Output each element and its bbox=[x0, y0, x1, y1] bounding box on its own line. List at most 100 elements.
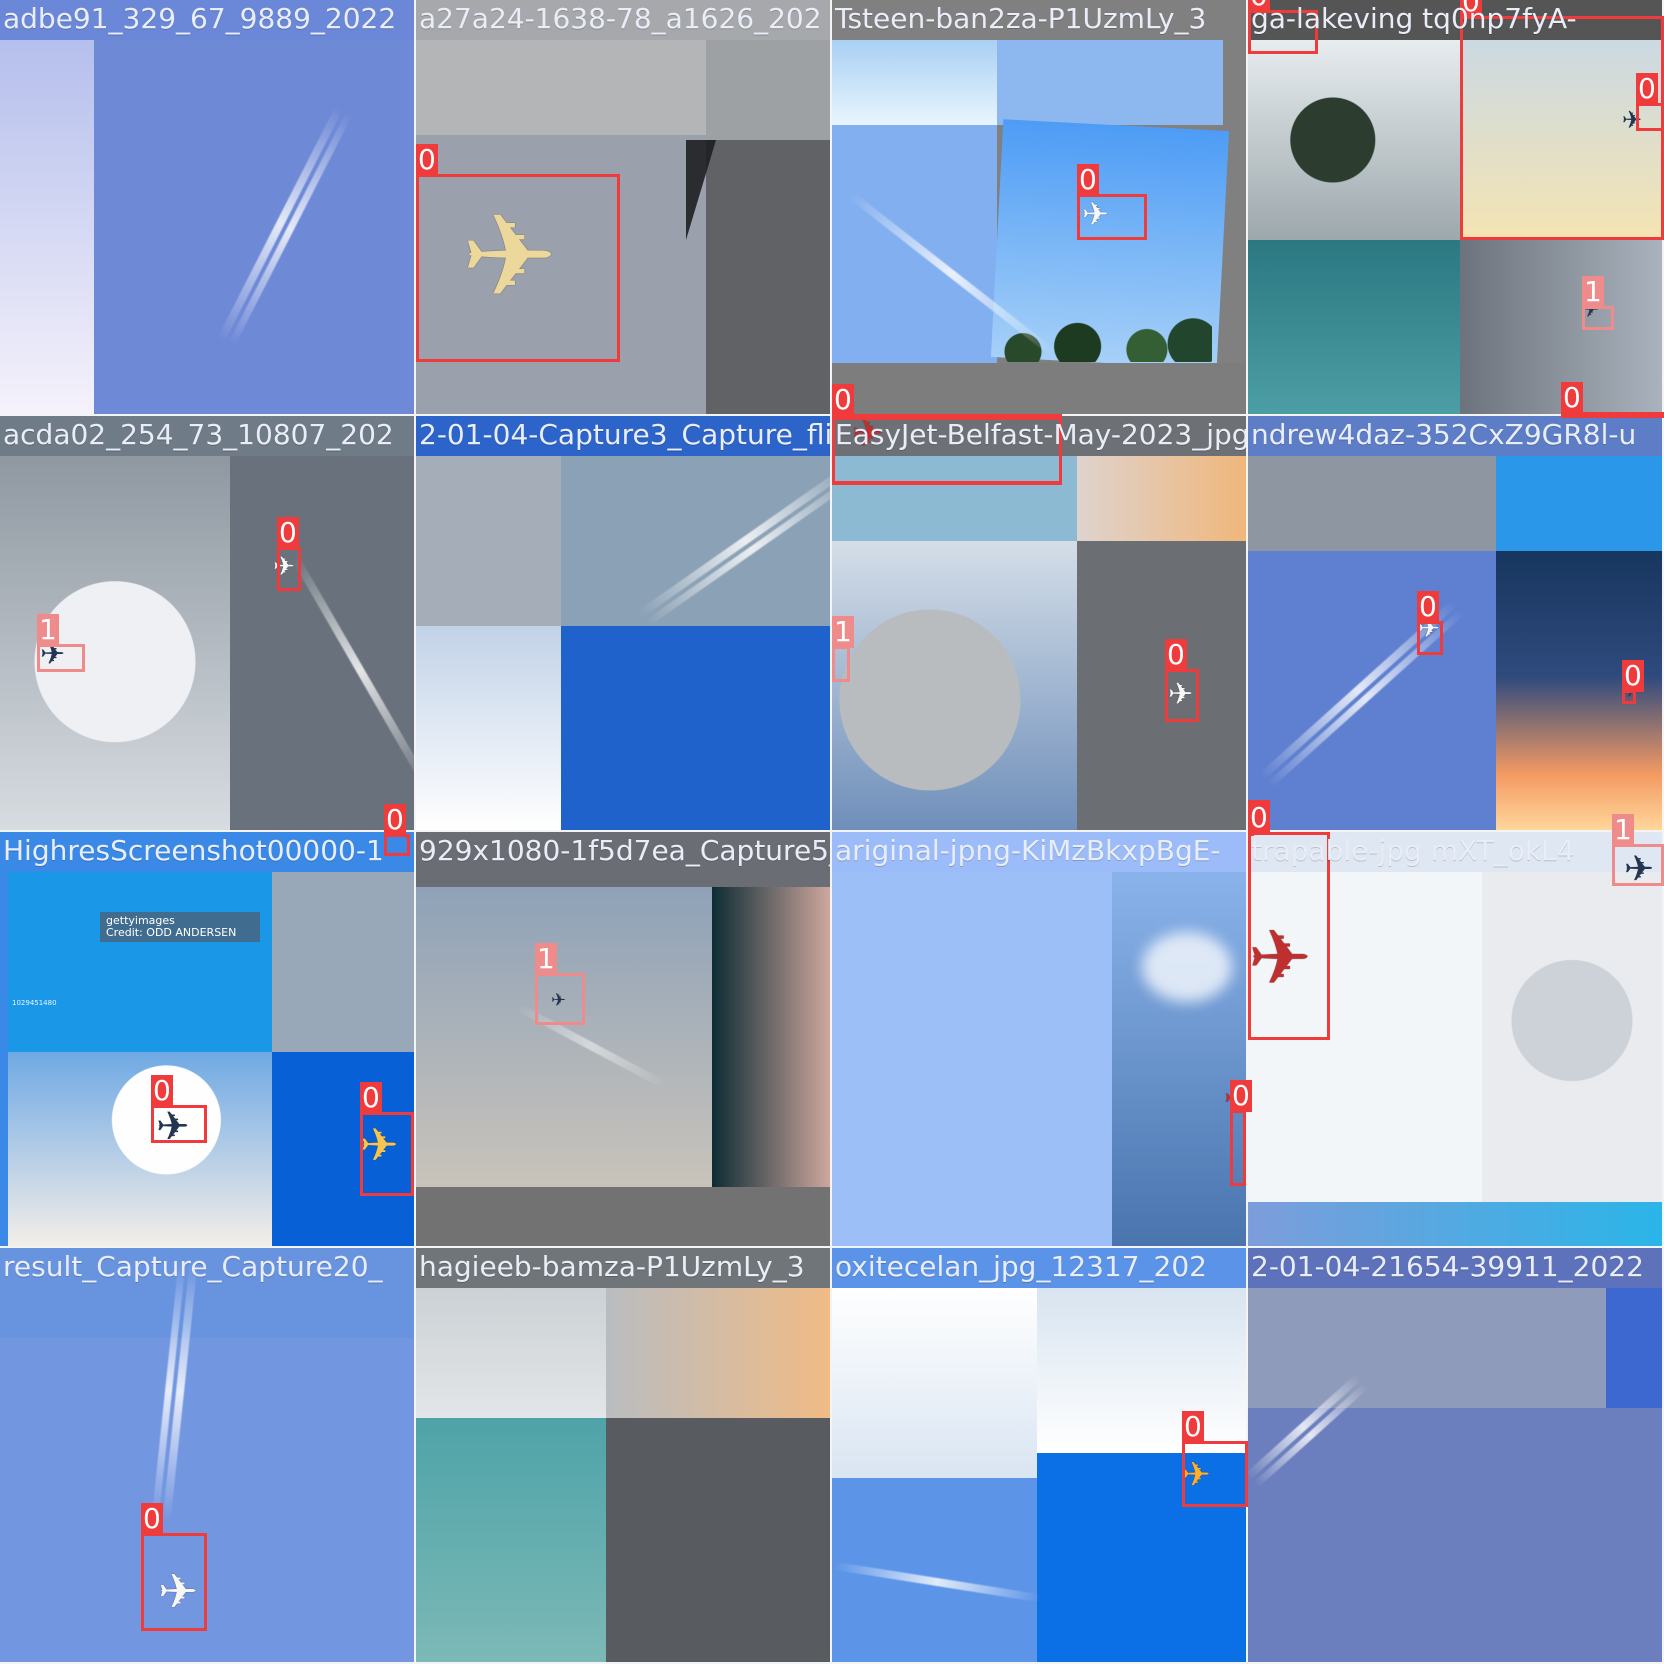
gray-patch bbox=[706, 40, 830, 140]
sky-patch bbox=[561, 456, 830, 626]
sky-patch bbox=[94, 40, 414, 414]
sky-patch bbox=[997, 40, 1223, 125]
cloud-patch bbox=[832, 40, 997, 125]
class-tag: 0 bbox=[141, 1502, 163, 1535]
sky-patch bbox=[1248, 1408, 1662, 1662]
mosaic-tile: 929x1080-1f5d7ea_Capture5_c ✈ bbox=[416, 832, 830, 1246]
mosaic-tile: hagieeb-bamza-P1UzmLy_3 bbox=[416, 1248, 830, 1662]
class-tag: 0 bbox=[1165, 638, 1187, 671]
cloud-patch bbox=[416, 1288, 606, 1418]
bounding-box: 0 bbox=[360, 1082, 414, 1196]
sky-patch bbox=[832, 872, 1112, 1246]
class-tag: 1 bbox=[832, 615, 854, 648]
mosaic-tile: result_Capture_Capture20_ ✈ bbox=[0, 1248, 414, 1662]
bounding-box: 0 bbox=[151, 1075, 207, 1143]
bounding-box: 0 bbox=[1636, 73, 1664, 131]
sky-patch bbox=[1248, 1288, 1606, 1408]
mosaic-tile: ndrew4daz-352CxZ9GR8l-u ✈ ✈ bbox=[1248, 416, 1662, 830]
class-tag: 0 bbox=[1636, 72, 1658, 105]
gray-patch bbox=[416, 40, 706, 135]
bounding-box: 0 bbox=[1460, 0, 1664, 240]
bounding-box: 1 bbox=[1612, 814, 1664, 886]
class-tag: 1 bbox=[1612, 813, 1634, 846]
bounding-box: 0 bbox=[1561, 382, 1664, 418]
cloud bbox=[1142, 932, 1232, 1002]
gray-patch bbox=[606, 1418, 830, 1662]
cloud-patch bbox=[1482, 872, 1662, 1202]
gray-patch bbox=[832, 363, 1246, 414]
tile-filename-label: Tsteen-ban2za-P1UzmLy_3 bbox=[835, 2, 1207, 35]
bounding-box: 0 bbox=[832, 384, 1062, 484]
gray-patch bbox=[272, 872, 414, 1052]
training-batch-mosaic: adbe91_329_67_9889_2022 a27a24-1638-78_a… bbox=[0, 0, 1664, 1664]
cloud-patch bbox=[832, 1288, 1037, 1478]
teal-patch bbox=[1248, 240, 1460, 414]
cloud-patch bbox=[1037, 1288, 1246, 1453]
class-tag: 0 bbox=[1182, 1410, 1204, 1443]
class-tag: 0 bbox=[360, 1081, 382, 1114]
tile-filename-label: hagieeb-bamza-P1UzmLy_3 bbox=[419, 1250, 805, 1283]
tile-filename-label: a27a24-1638-78_a1626_202 bbox=[419, 2, 822, 35]
sky-patch bbox=[0, 1338, 414, 1662]
mosaic-tile: 2-01-04-21654-39911_2022 bbox=[1248, 1248, 1662, 1662]
class-tag: 0 bbox=[832, 383, 854, 416]
gray-patch bbox=[1077, 541, 1246, 830]
bounding-box: 0 bbox=[1230, 1080, 1252, 1186]
mosaic-tile: HighresScreenshot00000-1 gettyimages Cre… bbox=[0, 832, 414, 1246]
cloud-patch bbox=[1112, 872, 1246, 1246]
bounding-box: 0 bbox=[1622, 660, 1644, 704]
bounding-box: 0 bbox=[277, 517, 301, 591]
sky-patch bbox=[0, 40, 94, 414]
blue-sky-patch bbox=[561, 626, 830, 830]
tile-filename-label: HighresScreenshot00000-1 bbox=[3, 834, 384, 867]
tree-patch bbox=[1248, 40, 1460, 240]
cloud-patch bbox=[832, 541, 1077, 830]
class-tag: 0 bbox=[1248, 801, 1270, 834]
class-tag: 0 bbox=[1460, 0, 1482, 18]
bounding-box: 1 bbox=[832, 616, 854, 682]
tile-filename-label: 929x1080-1f5d7ea_Capture5_c bbox=[419, 834, 830, 867]
bounding-box: 0 bbox=[1182, 1411, 1248, 1507]
bounding-box: 0 bbox=[384, 804, 410, 856]
class-tag: 0 bbox=[277, 516, 299, 549]
tile-filename-label: oxitecelan_jpg_12317_202 bbox=[835, 1250, 1207, 1283]
mosaic-tile: acda02_254_73_10807_202 ✈ ✈ bbox=[0, 416, 414, 830]
sky-patch bbox=[1248, 1202, 1662, 1246]
sunset-patch bbox=[606, 1288, 830, 1418]
mosaic-tile: 2-01-04-Capture3_Capture_fli bbox=[416, 416, 830, 830]
image-id-text: 1029451480 bbox=[12, 999, 57, 1007]
bounding-box: 0 bbox=[1248, 0, 1318, 54]
bounding-box: 1 bbox=[37, 614, 85, 672]
tile-filename-label: adbe91_329_67_9889_2022 bbox=[3, 2, 397, 35]
class-tag: 1 bbox=[37, 613, 59, 646]
class-tag: 0 bbox=[1230, 1079, 1252, 1112]
class-tag: 0 bbox=[1622, 659, 1644, 692]
bounding-box: 0 bbox=[141, 1503, 207, 1631]
mosaic-tile: ariginal-jpng-KiMzBkxpBgE- ✈ bbox=[832, 832, 1246, 1246]
padding-block bbox=[416, 1187, 830, 1246]
watermark-credit: Credit: ODD ANDERSEN bbox=[106, 926, 237, 939]
sky-patch bbox=[1496, 456, 1662, 551]
bounding-box: 0 bbox=[416, 144, 620, 362]
bounding-box: 1 bbox=[1582, 276, 1614, 330]
tile-filename-label: ariginal-jpng-KiMzBkxpBgE- bbox=[835, 834, 1221, 867]
cloud-patch bbox=[416, 626, 561, 830]
class-tag: 0 bbox=[1417, 590, 1439, 623]
sunset-patch bbox=[1077, 456, 1246, 541]
bounding-box: 0 bbox=[1165, 639, 1199, 722]
tile-filename-label: ndrew4daz-352CxZ9GR8l-u bbox=[1251, 418, 1637, 451]
class-tag: 1 bbox=[535, 942, 557, 975]
mosaic-tile: adbe91_329_67_9889_2022 bbox=[0, 0, 414, 414]
class-tag: 0 bbox=[1248, 0, 1270, 12]
tile-filename-label: 2-01-04-21654-39911_2022 bbox=[1251, 1250, 1644, 1283]
mosaic-tile: Tsteen-ban2za-P1UzmLy_3 ✈ bbox=[832, 0, 1246, 414]
bounding-box: 0 bbox=[1248, 802, 1330, 1040]
tile-filename-label: acda02_254_73_10807_202 bbox=[3, 418, 394, 451]
teal-patch bbox=[416, 1418, 606, 1662]
sky-patch bbox=[416, 887, 712, 1187]
gray-patch bbox=[1248, 456, 1496, 551]
class-tag: 0 bbox=[416, 143, 438, 176]
gray-patch bbox=[416, 456, 561, 626]
cloud-patch bbox=[0, 456, 230, 830]
tile-filename-label: 2-01-04-Capture3_Capture_fli bbox=[419, 418, 830, 451]
